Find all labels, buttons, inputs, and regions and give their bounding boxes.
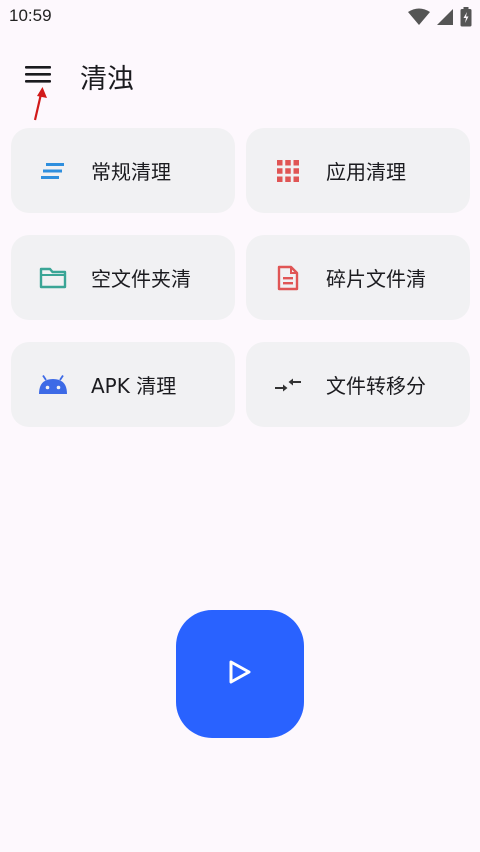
hamburger-menu-icon [25,64,51,88]
app-bar: 清浊 [0,48,480,104]
card-apk-clean[interactable]: APK 清理 [11,342,235,427]
card-label: 空文件夹清 [91,267,191,291]
card-fragment-file-clean[interactable]: 碎片文件清 [246,235,470,320]
folder-icon [38,263,68,293]
card-regular-clean[interactable]: 常规清理 [11,128,235,213]
transfer-arrows-icon [273,370,303,400]
annotation-arrow-icon [30,86,50,126]
start-clean-button[interactable] [176,610,304,738]
play-icon [228,659,252,689]
lines-icon [38,156,68,186]
document-icon [273,263,303,293]
apps-grid-icon [273,156,303,186]
card-app-clean[interactable]: 应用清理 [246,128,470,213]
card-label: APK 清理 [91,374,177,398]
card-label: 碎片文件清 [326,267,426,291]
card-label: 应用清理 [326,160,406,184]
card-label: 常规清理 [91,160,171,184]
battery-icon [460,7,472,31]
card-label: 文件转移分 [326,374,426,398]
card-empty-folder-clean[interactable]: 空文件夹清 [11,235,235,320]
app-title: 清浊 [80,64,134,95]
signal-icon [436,8,454,30]
wifi-icon [408,8,430,30]
android-icon [38,370,68,400]
card-file-transfer[interactable]: 文件转移分 [246,342,470,427]
status-bar: 10:59 [0,0,480,34]
feature-grid: 常规清理 应用清理 空文件夹清 碎片文件清 APK 清理 文件转移分 [11,128,470,427]
status-icons [408,7,472,31]
status-time: 10:59 [9,6,52,25]
